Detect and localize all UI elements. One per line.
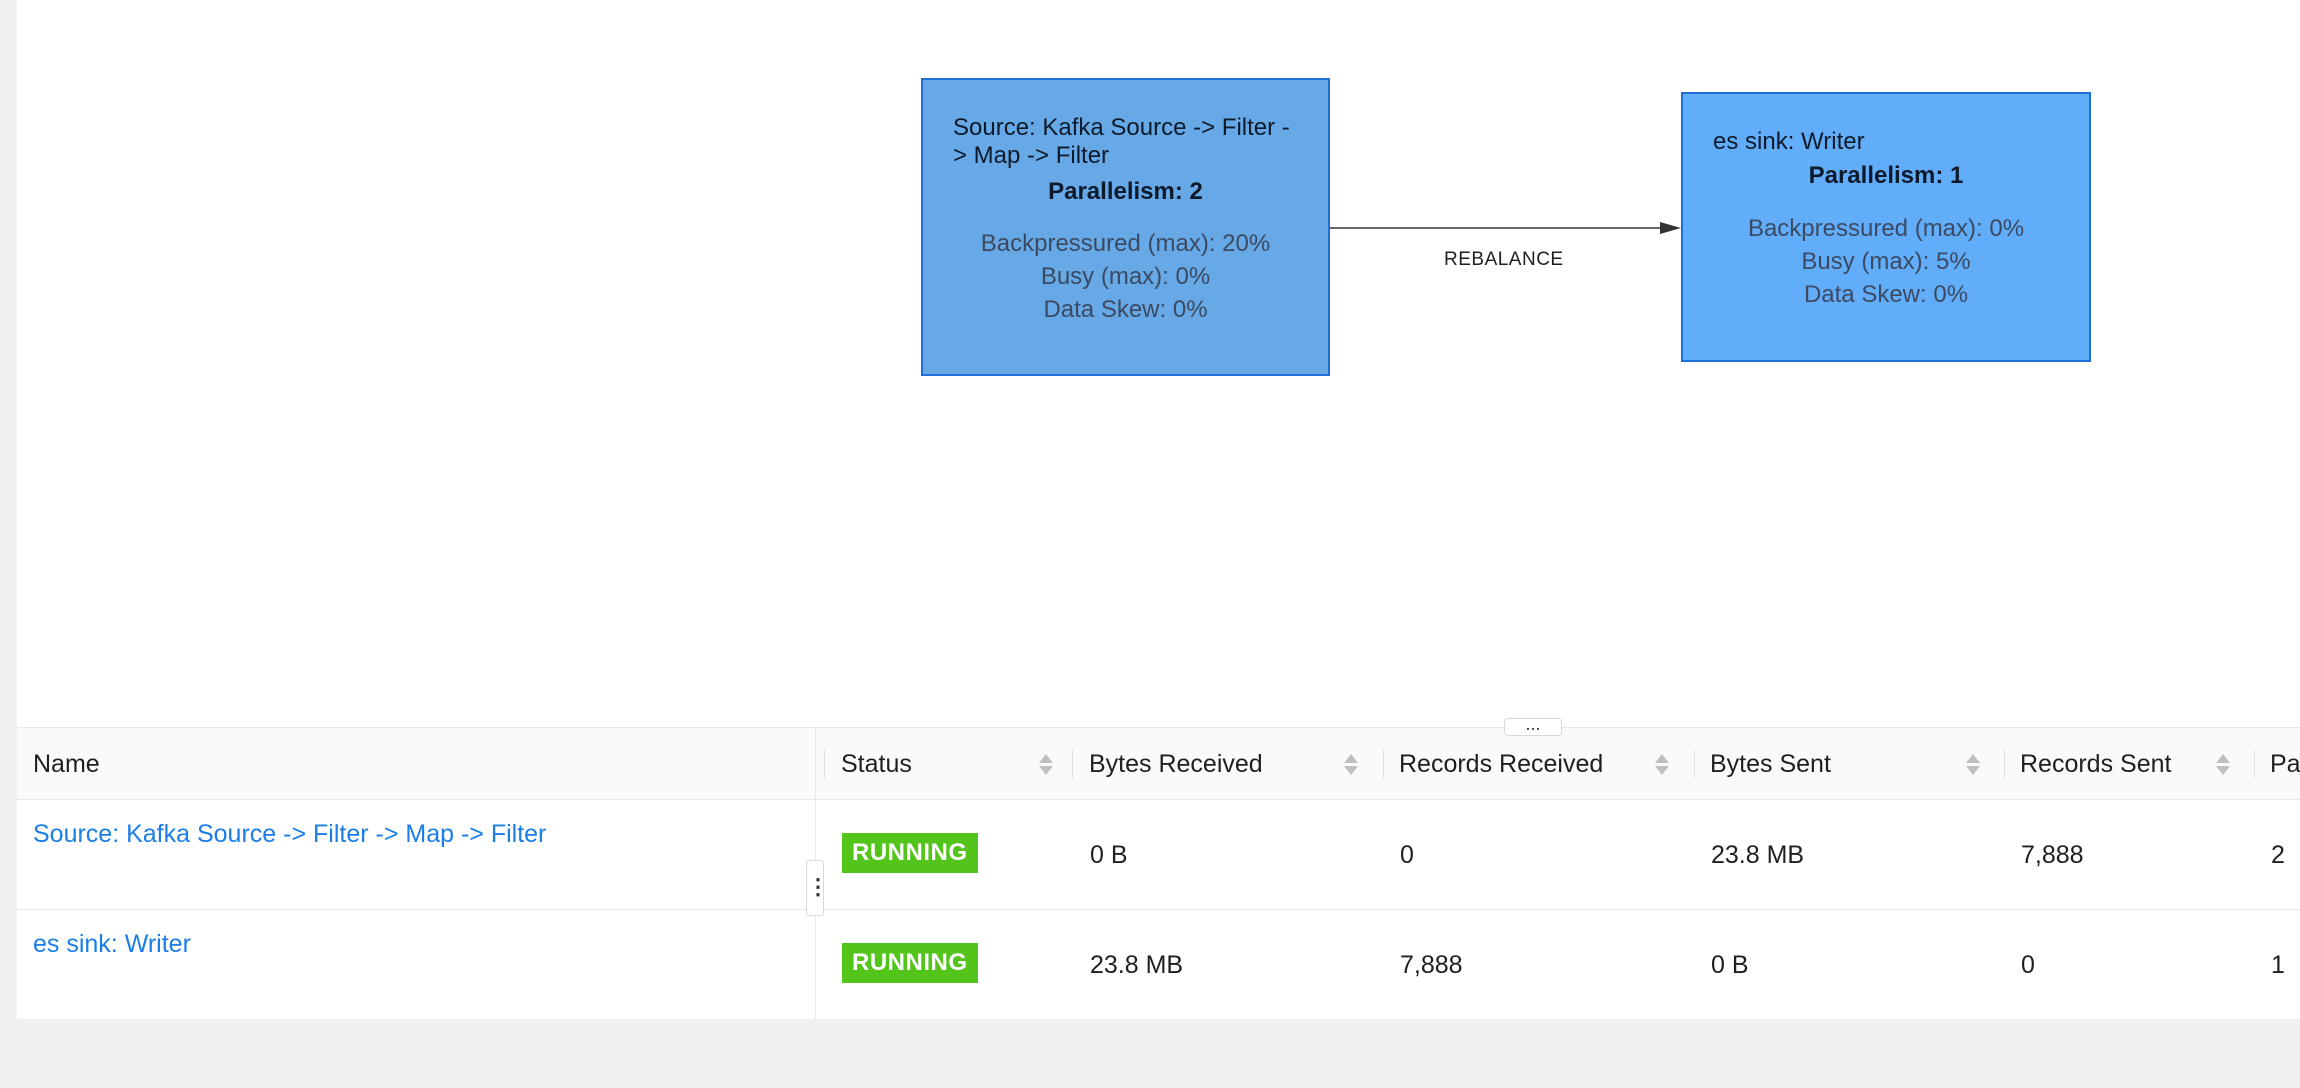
header-bytes-sent[interactable]: Bytes Sent [1694,728,2004,800]
status-badge: RUNNING [842,833,978,873]
node-data-skew: Data Skew: 0% [1803,281,1969,308]
header-records-sent[interactable]: Records Sent [2004,728,2254,800]
header-name: Name [17,728,815,800]
header-parallelism-label: Pa [2270,750,2300,778]
header-bytes-sent-label: Bytes Sent [1710,750,1831,778]
bytes-received-value: 23.8 MB [1090,951,1184,979]
node-title: es sink: Writer [1713,128,1865,155]
node-parallelism: Parallelism: 2 [1048,178,1203,205]
bytes-sent-value: 23.8 MB [1711,841,1805,869]
records-received-value: 7,888 [1400,951,1463,979]
header-status-label: Status [841,750,912,778]
node-backpressured: Backpressured (max): 0% [1747,215,2025,242]
parallelism-value: 2 [2271,841,2285,869]
header-records-sent-label: Records Sent [2020,750,2172,778]
table-row[interactable]: Source: Kafka Source -> Filter -> Map ->… [17,800,2300,910]
node-busy: Busy (max): 0% [1040,263,1211,290]
records-sent-value: 0 [2021,951,2035,979]
header-name-label: Name [33,750,100,778]
node-data-skew: Data Skew: 0% [1043,296,1208,323]
sort-icon[interactable] [1655,752,1669,778]
node-title: Source: Kafka Source -> Filter -> Map ->… [953,114,1290,169]
header-bytes-received[interactable]: Bytes Received [1073,728,1383,800]
bytes-received-value: 0 B [1090,841,1128,869]
records-received-value: 0 [1400,841,1414,869]
table-row[interactable]: es sink: Writer RUNNING 23.8 MB 7,888 0 … [17,910,2300,1020]
header-status[interactable]: Status [825,728,1087,800]
header-bytes-received-label: Bytes Received [1089,750,1263,778]
edge-label: REBALANCE [1444,249,1564,270]
bytes-sent-value: 0 B [1711,951,1749,979]
vertex-name-link[interactable]: Source: Kafka Source -> Filter -> Map ->… [33,820,546,849]
status-badge: RUNNING [842,943,978,983]
panel-splitter-handle[interactable]: ... [1504,715,1562,736]
parallelism-value: 1 [2271,951,2285,979]
header-records-received[interactable]: Records Received [1383,728,1693,800]
vertex-table: Name Status Bytes Received Records Recei… [17,727,2300,1020]
vertex-name-link[interactable]: es sink: Writer [33,930,191,959]
node-parallelism: Parallelism: 1 [1808,162,1964,189]
column-resize-handle[interactable]: ⋮ [806,860,829,916]
sort-icon[interactable] [1039,752,1053,778]
sort-icon[interactable] [1966,752,1980,778]
node-busy: Busy (max): 5% [1801,248,1971,275]
header-records-received-label: Records Received [1399,750,1604,778]
graph-node-source[interactable]: Source: Kafka Source -> Filter -> Map ->… [921,78,1330,376]
sort-icon[interactable] [2216,752,2230,778]
left-gutter [0,0,17,1020]
sort-icon[interactable] [1344,752,1358,778]
records-sent-value: 7,888 [2021,841,2084,869]
job-overview-app: REBALANCE Source: Kafka Source -> Filter… [0,0,2300,1088]
node-backpressured: Backpressured (max): 20% [980,230,1271,257]
graph-node-sink[interactable]: es sink: Writer Parallelism: 1 Backpress… [1681,92,2091,362]
header-parallelism[interactable]: Pa [2254,728,2300,800]
